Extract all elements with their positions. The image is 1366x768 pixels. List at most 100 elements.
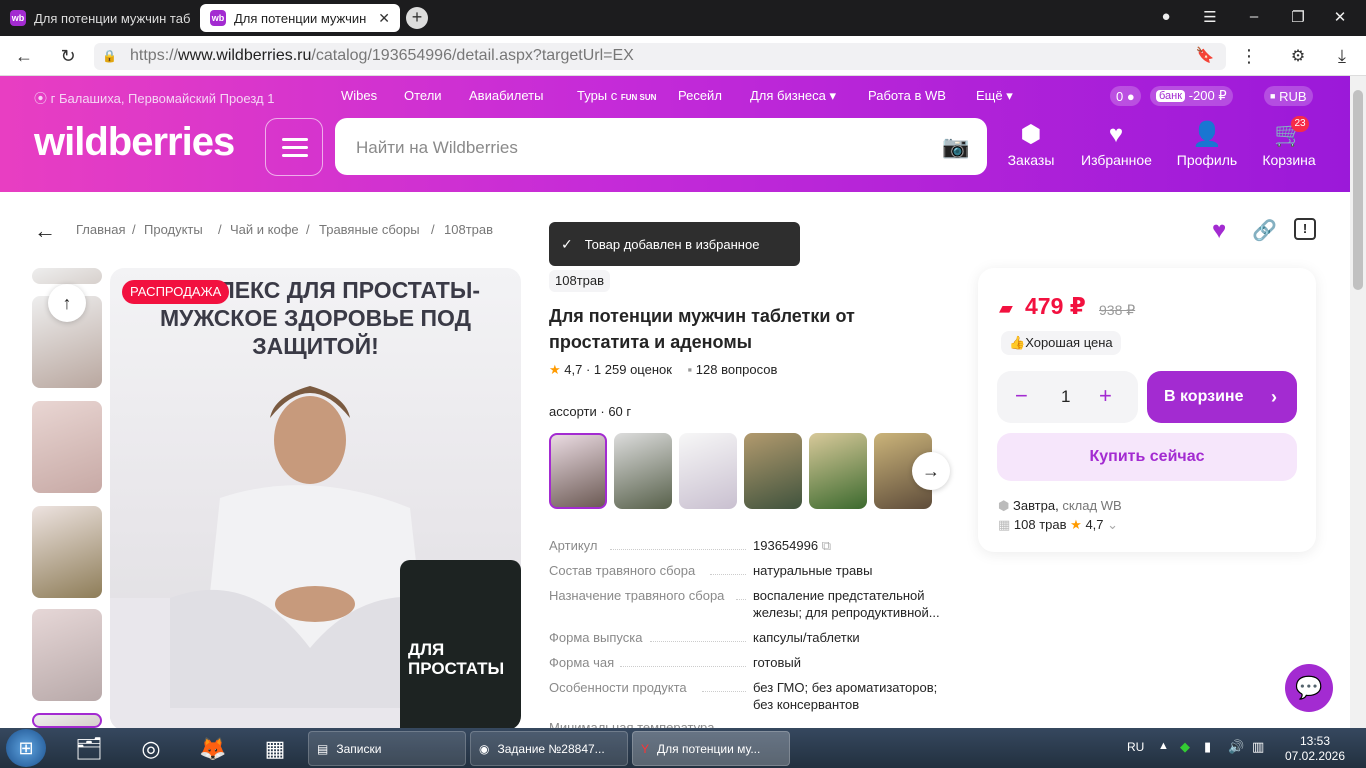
thumb-0[interactable] [32, 268, 102, 284]
header-link-business[interactable]: Для бизнеса ▾ [750, 88, 836, 104]
nav-cart[interactable]: 🛒 Корзина [1254, 120, 1324, 168]
more-icon[interactable]: ⋮ [1237, 46, 1261, 67]
catalog-menu-button[interactable] [265, 118, 323, 176]
camera-search-icon[interactable]: 📷 [942, 134, 969, 160]
plus-button[interactable]: + [1099, 383, 1112, 409]
spec-label: Особенности продукта [549, 680, 687, 695]
breadcrumb-home[interactable]: Главная [76, 222, 125, 237]
wildberries-logo[interactable]: wildberries [34, 120, 235, 165]
delivery-box-icon: ⬢ [998, 498, 1010, 513]
scroll-thumb[interactable] [1353, 90, 1363, 290]
firefox-icon[interactable]: 🦊 [196, 733, 230, 765]
minus-button[interactable]: − [1015, 383, 1028, 409]
search-placeholder: Найти на Wildberries [356, 138, 518, 157]
location-link[interactable]: ⦿ г Балашиха, Первомайский Проезд 1 [34, 88, 274, 107]
volume-icon[interactable]: 🔊 [1228, 739, 1244, 755]
bank-pill[interactable]: банк -200 ₽ [1150, 86, 1233, 106]
download-icon[interactable]: ⤓ [1330, 46, 1354, 67]
taskbar-yandex[interactable]: Y Для потенции му... [632, 731, 790, 766]
star-icon: ★ [1070, 517, 1082, 532]
url-text[interactable]: https://www.wildberries.ru/catalog/19365… [130, 47, 634, 65]
spec-article-value[interactable]: 193654996 ⧉ [753, 537, 953, 554]
header-link-tours[interactable]: Туры с FUN SUN [577, 88, 656, 103]
variant-2[interactable] [614, 433, 672, 509]
report-icon[interactable]: ! [1294, 218, 1316, 240]
spec-label: Форма выпуска [549, 630, 643, 645]
reload-icon[interactable]: ↻ [56, 46, 80, 67]
spec-label: Назначение травяного сбора [549, 588, 725, 603]
taskbar-chrome[interactable]: ◉ Задание №28847... [470, 731, 628, 766]
tray-expand-icon[interactable]: ▲ [1158, 740, 1169, 752]
balance-pill[interactable]: 0 ● [1110, 86, 1141, 106]
thumb-5[interactable] [32, 713, 102, 728]
header-link-avia[interactable]: Авиабилеты [469, 88, 543, 103]
product-jar: ДЛЯ ПРОСТАТЫ [400, 560, 521, 730]
taskbar-notes[interactable]: ▤ Записки [308, 731, 466, 766]
breadcrumb-herbal[interactable]: Травяные сборы [319, 222, 420, 237]
app-icon[interactable]: ◎ [134, 733, 168, 765]
kaspersky-icon[interactable]: ◆ [1180, 739, 1190, 755]
header-link-jobs[interactable]: Работа в WB [868, 88, 946, 103]
variant-3[interactable] [679, 433, 737, 509]
product-main-image[interactable]: КОМПЛЕКС ДЛЯ ПРОСТАТЫ- МУЖСКОЕ ЗДОРОВЬЕ … [110, 268, 521, 730]
profile-icon[interactable]: ● [1156, 8, 1176, 25]
thumb-up-icon: 👍 [1009, 335, 1026, 350]
explorer-icon[interactable]: 🗂 [72, 733, 106, 765]
check-icon: ✓ [561, 235, 573, 252]
page-scrollbar[interactable] [1350, 76, 1366, 728]
buy-now-button[interactable]: Купить сейчас [997, 433, 1297, 481]
variant-4[interactable] [744, 433, 802, 509]
chevron-down-icon: ⌄ [1107, 517, 1119, 532]
cart-count-badge: 23 [1291, 116, 1309, 132]
start-button[interactable]: ⊞ [6, 729, 46, 767]
chrome-icon: ◉ [479, 741, 490, 756]
variant-1[interactable] [549, 433, 607, 509]
tab-close-icon[interactable]: ✕ [378, 10, 390, 27]
thumbs-up-arrow-icon[interactable]: ↑ [48, 284, 86, 322]
in-cart-button[interactable]: В корзине › [1147, 371, 1297, 423]
favorite-heart-icon[interactable]: ♥ [1212, 217, 1226, 245]
breadcrumb-products[interactable]: Продукты [144, 222, 203, 237]
restore-icon[interactable]: ❐ [1288, 8, 1308, 26]
header-link-resale[interactable]: Ресейл [678, 88, 722, 103]
header-link-more[interactable]: Ещё ▾ [976, 88, 1013, 104]
breadcrumb-tea-coffee[interactable]: Чай и кофе [230, 222, 299, 237]
minimize-icon[interactable]: – [1244, 8, 1264, 25]
heart-icon: ♥ [1108, 121, 1124, 148]
chat-button[interactable]: 💬 [1285, 664, 1333, 712]
currency-pill[interactable]: ■ RUB [1264, 86, 1313, 106]
nav-favorites[interactable]: ♥ Избранное [1081, 120, 1152, 168]
browser-tab-2-active[interactable]: wb Для потенции мужчин ✕ [200, 4, 400, 32]
header-link-hotels[interactable]: Отели [404, 88, 442, 103]
nav-profile[interactable]: 👤 Профиль [1172, 120, 1242, 168]
chevron-right-icon: › [1271, 387, 1277, 407]
thumb-4[interactable] [32, 609, 102, 701]
network-icon[interactable]: ▥ [1252, 739, 1264, 755]
header-link-wibes[interactable]: Wibes [341, 88, 377, 103]
variant-5[interactable] [809, 433, 867, 509]
back-arrow-icon[interactable]: ← [34, 218, 56, 244]
lock-icon[interactable]: 🔒 [102, 49, 117, 63]
back-icon[interactable]: ← [12, 46, 36, 67]
new-tab-button[interactable]: + [406, 7, 428, 29]
thumb-2[interactable] [32, 401, 102, 493]
brand-link[interactable]: 108трав [549, 270, 611, 292]
device-icon[interactable]: ▮ [1204, 739, 1211, 755]
thumb-3[interactable] [32, 506, 102, 598]
nav-orders[interactable]: ⬢ Заказы [996, 120, 1066, 168]
rating-row[interactable]: ★ 4,7 · 1 259 оценок ▪ 128 вопросов [549, 362, 777, 378]
window-close-icon[interactable]: ✕ [1330, 8, 1350, 26]
seller-info[interactable]: ▦ 108 трав ★ 4,7 ⌄ [998, 517, 1118, 533]
variants-next-arrow-icon[interactable]: → [912, 452, 950, 490]
calculator-icon[interactable]: ▦ [258, 733, 292, 765]
breadcrumb-brand[interactable]: 108трав [444, 222, 493, 237]
favorite-toast: ✓ Товар добавлен в избранное [549, 222, 800, 266]
clock[interactable]: 13:53 07.02.2026 [1280, 734, 1350, 764]
share-link-icon[interactable]: 🔗 [1252, 218, 1277, 243]
bookmark-icon[interactable]: 🔖 [1193, 46, 1217, 64]
spec-value: натуральные травы [753, 563, 873, 578]
language-indicator[interactable]: RU [1127, 740, 1144, 754]
menu-icon[interactable]: ☰ [1200, 8, 1220, 26]
browser-tab-1[interactable]: wb Для потенции мужчин таб [0, 4, 196, 32]
extension-icon[interactable]: ⚙ [1286, 46, 1310, 66]
